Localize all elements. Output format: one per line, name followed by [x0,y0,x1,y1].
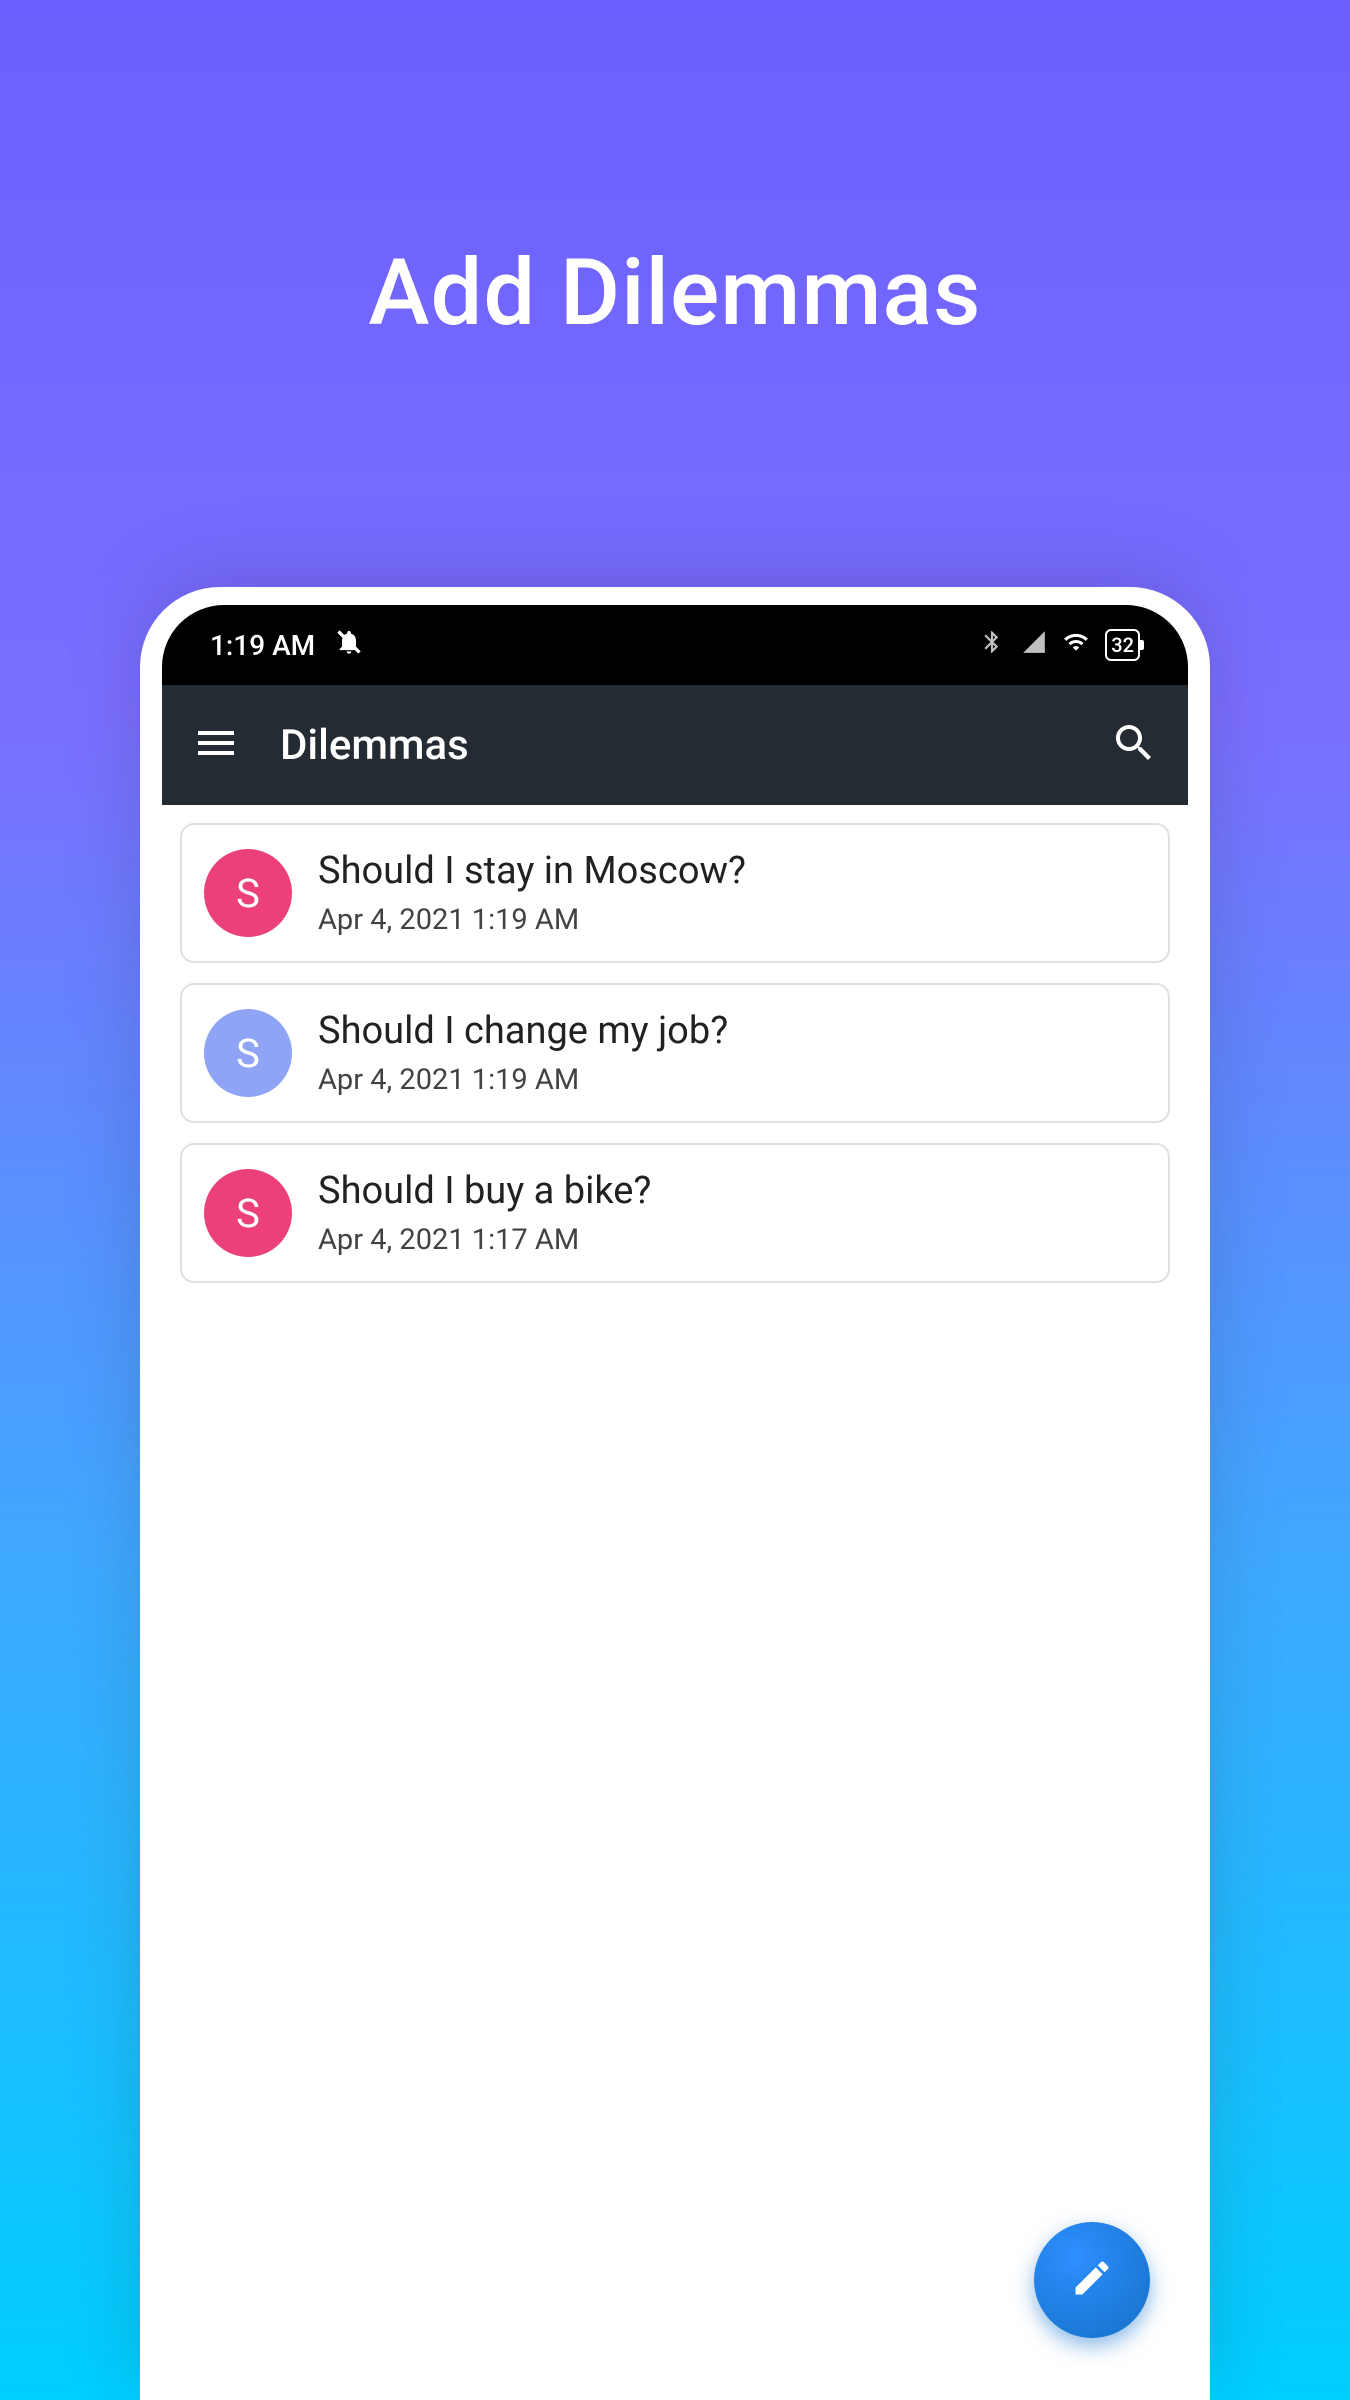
dilemma-date: Apr 4, 2021 1:19 AM [318,1063,728,1097]
avatar: S [204,1009,292,1097]
avatar-initial: S [236,870,260,917]
bluetooth-icon [979,629,1005,662]
dilemma-date: Apr 4, 2021 1:17 AM [318,1223,651,1257]
status-time: 1:19 AM [210,629,315,662]
card-text: Should I change my job? Apr 4, 2021 1:19… [318,1009,728,1097]
bell-off-icon [335,628,363,663]
dilemma-card[interactable]: S Should I stay in Moscow? Apr 4, 2021 1… [180,823,1170,963]
dilemma-date: Apr 4, 2021 1:19 AM [318,903,746,937]
dilemma-title: Should I buy a bike? [318,1169,651,1213]
dilemma-title: Should I stay in Moscow? [318,849,746,893]
dilemma-card[interactable]: S Should I change my job? Apr 4, 2021 1:… [180,983,1170,1123]
battery-indicator: 32 [1105,629,1140,661]
avatar: S [204,1169,292,1257]
avatar-initial: S [236,1030,260,1077]
signal-icon [1021,629,1047,662]
fab-add-button[interactable] [1034,2222,1150,2338]
wifi-icon [1063,629,1089,662]
pencil-icon [1070,2256,1114,2304]
avatar: S [204,849,292,937]
status-bar: 1:19 AM [162,605,1188,685]
battery-level: 32 [1111,633,1134,657]
card-text: Should I buy a bike? Apr 4, 2021 1:17 AM [318,1169,651,1257]
dilemma-card[interactable]: S Should I buy a bike? Apr 4, 2021 1:17 … [180,1143,1170,1283]
status-left: 1:19 AM [210,628,363,663]
page-title: Add Dilemmas [368,240,981,347]
content-area: S Should I stay in Moscow? Apr 4, 2021 1… [162,805,1188,2400]
phone-frame: 1:19 AM [140,587,1210,2400]
status-right: 32 [979,629,1140,662]
avatar-initial: S [236,1190,260,1237]
dilemma-title: Should I change my job? [318,1009,728,1053]
card-text: Should I stay in Moscow? Apr 4, 2021 1:1… [318,849,746,937]
search-icon[interactable] [1110,719,1158,771]
phone-screen: 1:19 AM [162,605,1188,2400]
app-bar: Dilemmas [162,685,1188,805]
app-bar-title: Dilemmas [280,721,1070,770]
menu-icon[interactable] [192,719,240,771]
